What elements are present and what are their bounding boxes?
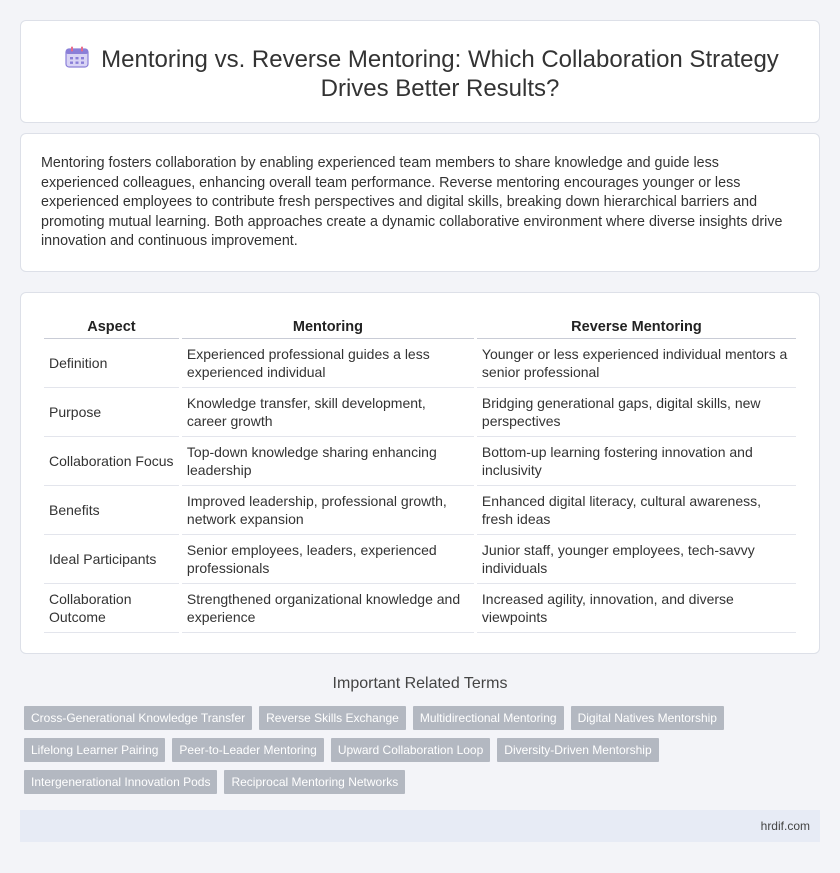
related-term-tag[interactable]: Diversity-Driven Mentorship <box>497 738 659 762</box>
related-term-tag[interactable]: Cross-Generational Knowledge Transfer <box>24 706 253 730</box>
comparison-card: Aspect Mentoring Reverse Mentoring Defin… <box>20 292 820 654</box>
title-card: Mentoring vs. Reverse Mentoring: Which C… <box>20 20 820 123</box>
table-cell: Increased agility, innovation, and diver… <box>476 584 796 633</box>
related-term-tag[interactable]: Digital Natives Mentorship <box>570 706 724 730</box>
intro-card: Mentoring fosters collaboration by enabl… <box>20 133 820 272</box>
header-mentoring: Mentoring <box>181 317 474 339</box>
table-cell: Definition <box>44 339 179 388</box>
table-cell: Improved leadership, professional growth… <box>181 486 474 535</box>
intro-paragraph: Mentoring fosters collaboration by enabl… <box>41 155 783 250</box>
related-terms-title: Important Related Terms <box>332 675 508 692</box>
related-term-tag[interactable]: Lifelong Learner Pairing <box>24 738 166 762</box>
footer: hrdif.com <box>20 810 820 842</box>
table-cell: Strengthened organizational knowledge an… <box>181 584 474 633</box>
related-term-tag[interactable]: Reverse Skills Exchange <box>259 706 406 730</box>
page-title: Mentoring vs. Reverse Mentoring: Which C… <box>101 46 779 102</box>
table-cell: Bottom-up learning fostering innovation … <box>476 437 796 486</box>
comparison-table: Aspect Mentoring Reverse Mentoring Defin… <box>41 317 799 633</box>
table-cell: Bridging generational gaps, digital skil… <box>476 388 796 437</box>
related-term-tag[interactable]: Intergenerational Innovation Pods <box>24 770 218 794</box>
table-row: Ideal Participants Senior employees, lea… <box>44 535 796 584</box>
table-header-row: Aspect Mentoring Reverse Mentoring <box>44 317 796 339</box>
header-reverse-mentoring: Reverse Mentoring <box>476 317 796 339</box>
table-row: Collaboration Focus Top-down knowledge s… <box>44 437 796 486</box>
related-term-tag[interactable]: Upward Collaboration Loop <box>330 738 491 762</box>
table-cell: Enhanced digital literacy, cultural awar… <box>476 486 796 535</box>
table-cell: Benefits <box>44 486 179 535</box>
table-cell: Ideal Participants <box>44 535 179 584</box>
table-row: Purpose Knowledge transfer, skill develo… <box>44 388 796 437</box>
table-cell: Collaboration Focus <box>44 437 179 486</box>
table-cell: Purpose <box>44 388 179 437</box>
table-cell: Younger or less experienced individual m… <box>476 339 796 388</box>
related-terms-tags: Cross-Generational Knowledge Transfer Re… <box>24 706 814 802</box>
table-cell: Senior employees, leaders, experienced p… <box>181 535 474 584</box>
related-term-tag[interactable]: Multidirectional Mentoring <box>412 706 564 730</box>
related-term-tag[interactable]: Reciprocal Mentoring Networks <box>224 770 406 794</box>
table-cell: Experienced professional guides a less e… <box>181 339 474 388</box>
header-aspect: Aspect <box>44 317 179 339</box>
table-row: Collaboration Outcome Strengthened organ… <box>44 584 796 633</box>
table-row: Definition Experienced professional guid… <box>44 339 796 388</box>
table-cell: Top-down knowledge sharing enhancing lea… <box>181 437 474 486</box>
table-row: Benefits Improved leadership, profession… <box>44 486 796 535</box>
footer-site-link[interactable]: hrdif.com <box>761 819 810 833</box>
table-cell: Junior staff, younger employees, tech-sa… <box>476 535 796 584</box>
table-cell: Collaboration Outcome <box>44 584 179 633</box>
related-term-tag[interactable]: Peer-to-Leader Mentoring <box>172 738 324 762</box>
table-cell: Knowledge transfer, skill development, c… <box>181 388 474 437</box>
